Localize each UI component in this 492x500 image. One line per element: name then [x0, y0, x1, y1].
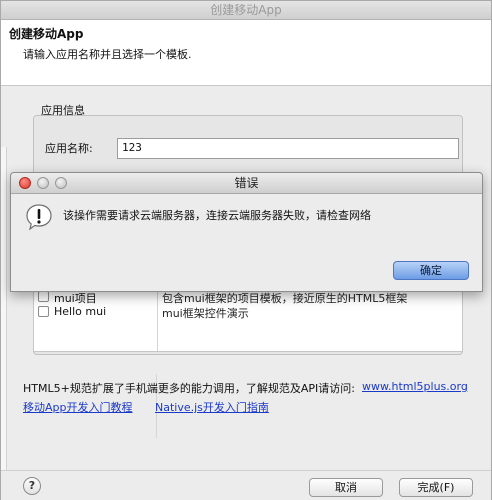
zoom-window-icon[interactable]	[55, 177, 67, 189]
help-icon[interactable]: ?	[23, 477, 41, 495]
template-checkbox[interactable]	[38, 291, 49, 302]
background-editor-strip	[1, 147, 7, 487]
template-name: Hello mui	[54, 305, 107, 318]
wizard-title: 创建移动App	[9, 27, 84, 41]
app-name-input[interactable]: 123	[117, 138, 459, 159]
ok-button[interactable]: 确定	[393, 261, 469, 280]
html5plus-info-text: HTML5+规范扩展了手机端更多的能力调用，了解规范及API请访问:	[23, 382, 355, 395]
error-message: 该操作需要请求云端服务器，连接云端服务器失败，请检查网络	[63, 209, 371, 222]
wizard-description: 请输入应用名称并且选择一个模板.	[23, 48, 192, 61]
cancel-button[interactable]: 取消	[309, 478, 383, 497]
app-info-group-title: 应用信息	[41, 104, 85, 117]
minimize-window-icon[interactable]	[37, 177, 49, 189]
html5plus-site-link[interactable]: www.html5plus.org	[362, 380, 468, 393]
native-js-guide-link[interactable]: Native.js开发入门指南	[155, 399, 269, 415]
finish-button[interactable]: 完成(F)	[399, 478, 473, 497]
table-row[interactable]: Hello mui mui框架控件演示	[34, 304, 462, 320]
warning-icon	[26, 204, 52, 231]
tutorial-link[interactable]: 移动App开发入门教程	[23, 399, 133, 415]
app-name-label: 应用名称:	[45, 142, 93, 155]
error-dialog: 错误 该操作需要请求云端服务器，连接云端服务器失败，请检查网络 确定	[10, 172, 483, 292]
window-titlebar: 创建移动App	[1, 1, 491, 20]
template-table: mui项目 包含mui框架的项目模板，接近原生的HTML5框架 Hello mu…	[33, 288, 463, 352]
template-checkbox[interactable]	[38, 306, 49, 317]
error-dialog-titlebar: 错误	[11, 173, 482, 194]
close-window-icon[interactable]	[19, 177, 31, 189]
wizard-header: 创建移动App 请输入应用名称并且选择一个模板.	[1, 20, 491, 86]
template-description: mui框架控件演示	[162, 307, 249, 320]
